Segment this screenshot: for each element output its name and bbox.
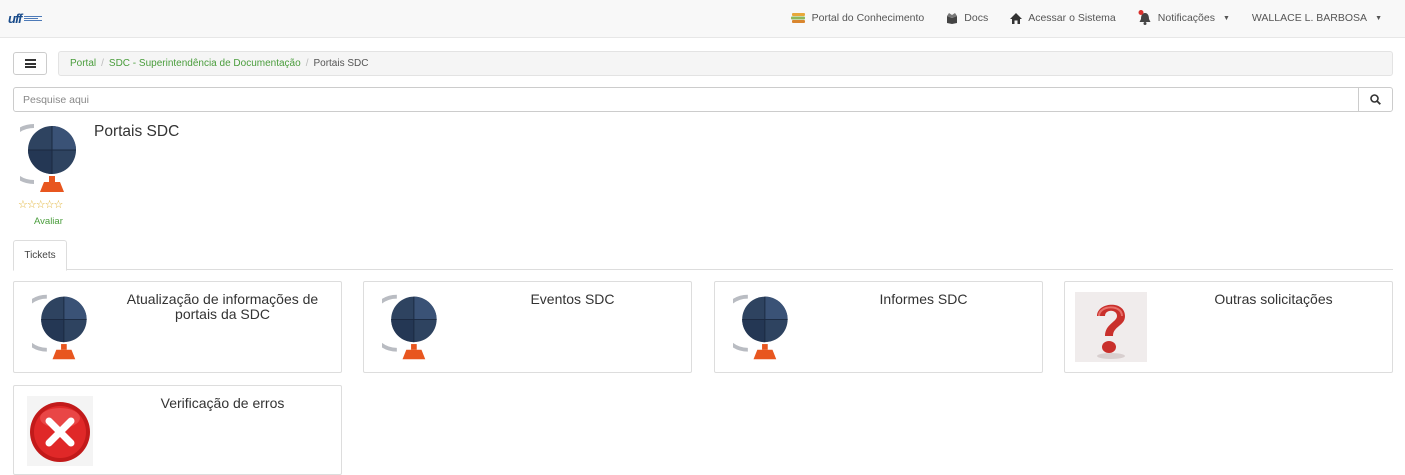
uff-logo[interactable]: uff [8, 10, 56, 26]
top-navbar: uff Portal do Conhecimento Docs Acessar … [0, 0, 1405, 38]
books-icon [790, 13, 805, 23]
rating-stars[interactable]: ☆☆☆☆☆ [18, 198, 63, 211]
tab-tickets[interactable]: Tickets [13, 240, 67, 271]
logo-mark: uff [8, 10, 22, 26]
nav-user-menu[interactable]: WALLACE L. BARBOSA ▼ [1241, 12, 1393, 24]
nav-notificacoes[interactable]: Notificações ▼ [1127, 10, 1241, 26]
nav-notificacoes-label: Notificações [1157, 12, 1215, 24]
search-input[interactable] [14, 88, 1358, 111]
card-title: Informes SDC [879, 291, 968, 307]
logo-lines [24, 15, 43, 21]
card-title: Eventos SDC [530, 291, 615, 307]
nav-acessar-sistema-label: Acessar o Sistema [1028, 12, 1116, 24]
home-icon [1010, 12, 1023, 24]
nav-portal-conhecimento-label: Portal do Conhecimento [811, 12, 925, 24]
breadcrumb-link-portal[interactable]: Portal [70, 58, 96, 69]
card-title: Verificação de erros [160, 395, 285, 411]
nav-acessar-sistema[interactable]: Acessar o Sistema [999, 12, 1127, 24]
nav-docs[interactable]: Docs [935, 12, 999, 24]
tab-bar: Tickets [13, 240, 1393, 271]
nav-docs-label: Docs [964, 12, 989, 24]
user-name: WALLACE L. BARBOSA [1251, 12, 1368, 24]
ticket-card-verificacao[interactable]: Verificação de erros [13, 385, 342, 475]
breadcrumb-link-sdc[interactable]: SDC - Superintendência de Documentação [109, 58, 301, 69]
globe-icon [32, 294, 87, 360]
menu-toggle-button[interactable] [13, 52, 47, 75]
search-bar [13, 87, 1393, 112]
hamburger-icon [24, 59, 36, 68]
ticket-card-atualizacao[interactable]: Atualização de informações de portais da… [13, 281, 342, 373]
search-button[interactable] [1358, 88, 1392, 111]
page-title: Portais SDC [94, 123, 180, 140]
ticket-card-informes[interactable]: Informes SDC [714, 281, 1043, 373]
nav-portal-conhecimento[interactable]: Portal do Conhecimento [780, 12, 936, 24]
globe-icon [382, 294, 437, 360]
breadcrumb-current: Portais SDC [313, 58, 369, 69]
chevron-down-icon: ▼ [1375, 14, 1382, 22]
box-icon [947, 12, 958, 24]
ticket-card-eventos[interactable]: Eventos SDC [363, 281, 692, 373]
ticket-card-outras[interactable]: Outras solicitações [1064, 281, 1393, 373]
question-mark-icon [1075, 292, 1147, 362]
globe-icon [20, 124, 76, 192]
chevron-down-icon: ▼ [1222, 14, 1230, 22]
bell-icon [1138, 10, 1151, 25]
card-title: Outras solicitações [1214, 291, 1333, 307]
breadcrumb: Portal / SDC - Superintendência de Docum… [58, 51, 1393, 76]
card-title: Atualização de informações de portais da… [126, 291, 319, 322]
breadcrumb-separator: / [101, 58, 104, 69]
globe-icon [733, 294, 788, 360]
search-icon [1370, 94, 1381, 105]
rate-link[interactable]: Avaliar [34, 216, 63, 227]
error-x-icon [27, 396, 93, 466]
breadcrumb-separator: / [305, 58, 309, 69]
